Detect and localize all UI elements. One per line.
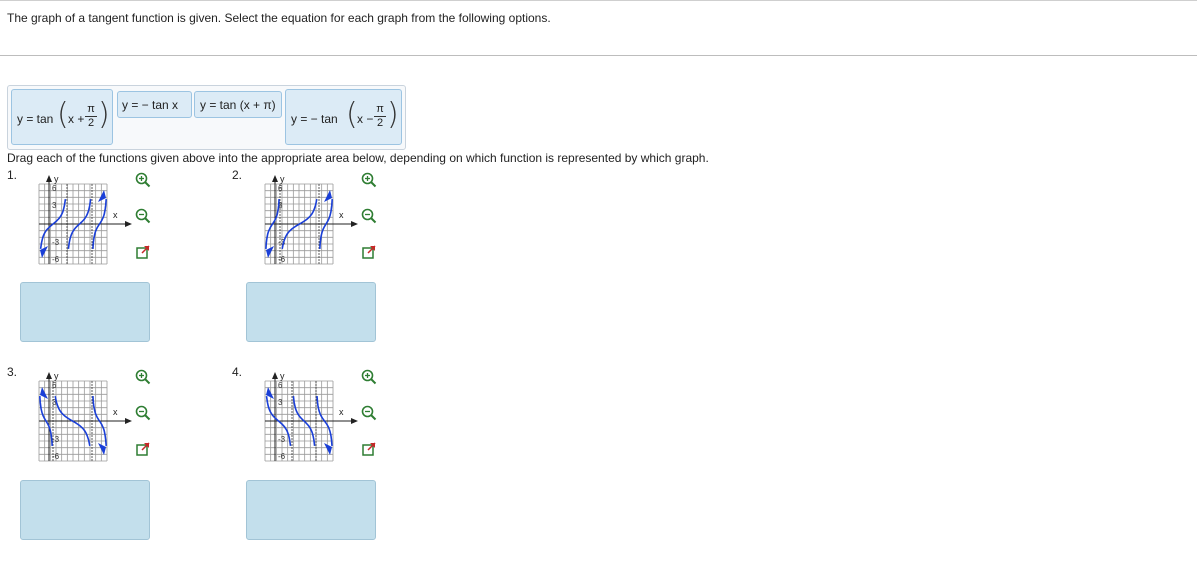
popout-icon[interactable] [361,441,377,457]
fraction-denominator: 2 [87,117,95,129]
graph-2-plot: yx63-3-6 [264,174,358,265]
option-2-text: y = − tan x [122,98,179,112]
x-axis-label: x [113,407,118,417]
fraction-numerator: π [87,103,95,115]
zoom-out-icon[interactable] [361,405,377,421]
right-paren: ) [387,97,399,132]
fraction-denominator: 2 [376,117,384,129]
option-1-prefix: y = tan [17,112,54,126]
option-1-inner: x + [68,112,85,126]
x-axis-arrow [351,221,358,227]
zoom-handle [144,378,151,385]
graph-4-plot: y x 6 3 -3 -6 [264,371,358,462]
curve-arrow [324,443,332,455]
y-axis-label: y [54,371,59,381]
curve-arrow [98,443,106,455]
x-axis-arrow [125,418,132,424]
graph-1-number: 1. [7,168,18,182]
y-tick-label: -6 [278,255,286,264]
x-axis-arrow [125,221,132,227]
zoom-out-icon[interactable] [135,208,151,224]
option-3-text: y = tan (x + π) [200,98,276,112]
y-axis-arrow [272,372,278,379]
y-axis-label: y [280,371,285,381]
zoom-handle [370,378,377,385]
x-axis-arrow [351,418,358,424]
drop-zone-1[interactable] [20,282,150,342]
question-instruction: The graph of a tangent function is given… [7,11,551,25]
curve-arrow [98,190,106,202]
graph-2-number: 2. [232,168,243,182]
option-4-inner: x − [357,112,374,126]
x-axis-label: x [339,407,344,417]
zoom-handle [370,414,377,421]
x-axis-label: x [339,210,344,220]
y-axis-label: y [280,174,285,184]
drop-zone-4[interactable] [246,480,376,540]
left-paren: ( [57,97,69,132]
y-tick-label: 6 [52,184,57,193]
y-tick-label: -6 [278,452,286,461]
graph-3-number: 3. [7,365,18,379]
y-tick-label: 3 [278,398,283,407]
popout-icon[interactable] [135,441,151,457]
option-neg-tan-x[interactable]: y = − tan x [117,91,192,118]
y-tick-label: -6 [52,255,60,264]
curve-arrow [40,387,48,399]
drop-zone-3[interactable] [20,480,150,540]
left-paren: ( [346,97,358,132]
zoom-out-icon[interactable] [135,405,151,421]
zoom-in-icon[interactable] [135,172,151,188]
zoom-in-icon[interactable] [135,369,151,385]
zoom-in-icon[interactable] [361,369,377,385]
option-tan-x-plus-pi[interactable]: y = tan (x + π) [194,91,282,118]
option-1-fraction: π 2 [85,104,97,129]
zoom-in-icon[interactable] [361,172,377,188]
drag-prompt: Drag each of the functions given above i… [7,151,709,165]
right-paren: ) [98,97,110,132]
drop-zone-2[interactable] [246,282,376,342]
option-4-prefix: y = − tan [291,112,338,126]
popout-icon[interactable] [361,244,377,260]
fraction-numerator: π [376,103,384,115]
zoom-handle [370,217,377,224]
graph-3-plot: yx63-3-6 [38,371,132,462]
y-axis-arrow [46,175,52,182]
graph-1-plot: y x 6 3 -3 -6 [38,174,132,265]
graph-4-number: 4. [232,365,243,379]
option-neg-tan-x-minus-pi-over-2[interactable]: y = − tan ( x − π 2 ) [285,89,402,145]
y-tick-label: -3 [52,238,60,247]
option-4-fraction: π 2 [374,104,386,129]
zoom-handle [144,181,151,188]
option-tan-x-plus-pi-over-2[interactable]: y = tan ( x + π 2 ) [11,89,113,145]
zoom-out-icon[interactable] [361,208,377,224]
y-tick-label: 3 [52,201,57,210]
y-tick-label: -3 [278,435,286,444]
y-axis-arrow [46,372,52,379]
question-divider [0,55,1197,56]
zoom-handle [370,181,377,188]
y-tick-label: 6 [278,184,283,193]
curve-arrow [324,190,332,202]
y-axis-label: y [54,174,59,184]
curve-arrow [266,246,274,258]
x-axis-label: x [113,210,118,220]
answer-bank: y = tan ( x + π 2 ) y = − tan x y = tan … [7,85,406,150]
y-axis-arrow [272,175,278,182]
popout-icon[interactable] [135,244,151,260]
y-tick-label: 6 [278,381,283,390]
zoom-handle [144,414,151,421]
top-border [0,0,1197,1]
zoom-handle [144,217,151,224]
